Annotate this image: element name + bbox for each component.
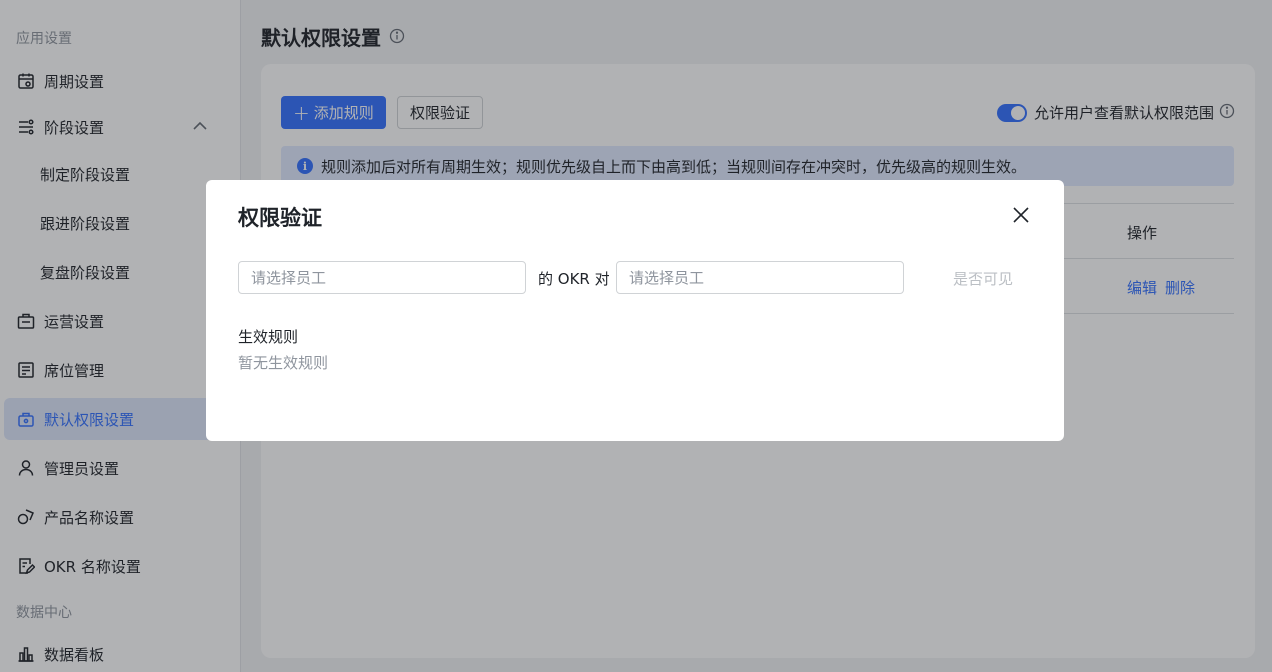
employee-select-a[interactable]: 请选择员工 (238, 261, 526, 294)
employee-select-b[interactable]: 请选择员工 (616, 261, 904, 294)
close-icon[interactable] (1012, 206, 1030, 224)
employee-select-b-placeholder: 请选择员工 (629, 269, 705, 287)
okr-relation-text: 的 OKR 对 (538, 270, 610, 288)
employee-select-a-placeholder: 请选择员工 (251, 269, 327, 287)
dialog-title: 权限验证 (238, 206, 322, 230)
permission-verify-dialog: 权限验证 请选择员工 的 OKR 对 请选择员工 是否可见 生效规则 暂无生效规… (206, 180, 1064, 441)
check-visible-button[interactable]: 是否可见 (953, 268, 1013, 289)
effective-rules-title: 生效规则 (238, 328, 299, 346)
effective-rules-empty: 暂无生效规则 (238, 354, 329, 372)
